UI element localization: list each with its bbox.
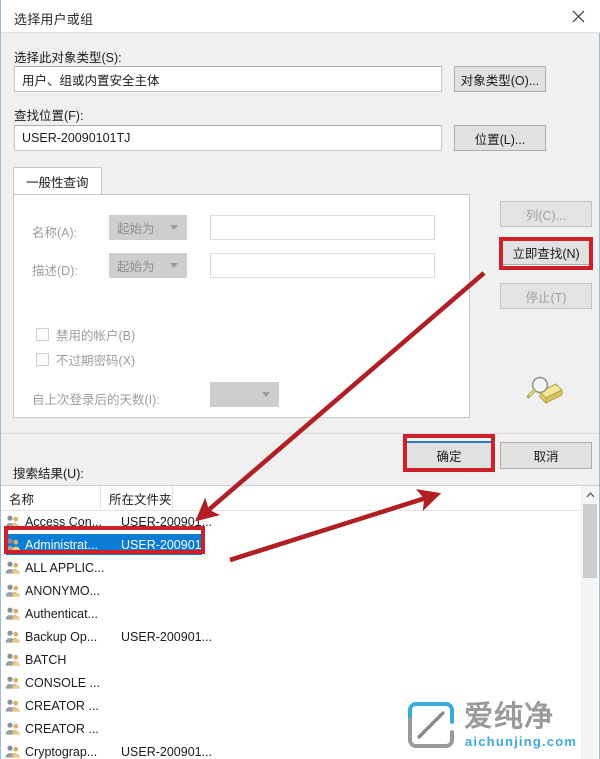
cell-name: CREATOR ... xyxy=(25,721,99,736)
location-label: 查找位置(F): xyxy=(14,109,84,123)
chevron-down-icon xyxy=(262,391,270,397)
ok-button[interactable]: 确定 xyxy=(405,441,493,470)
column-header-name[interactable]: 名称 xyxy=(1,486,101,510)
table-row[interactable]: CREATOR ... xyxy=(1,694,581,717)
tab-strip: 一般性查询 xyxy=(13,167,470,195)
chevron-up-icon xyxy=(586,491,594,497)
non-expiring-password-checkbox[interactable]: 不过期密码(X) xyxy=(36,350,135,369)
cell-name: Access Con... xyxy=(25,514,103,529)
cell-folder: USER-200901... xyxy=(121,744,213,759)
find-now-button[interactable]: 立即查找(N) xyxy=(500,239,592,265)
table-row[interactable]: ANONYMO... xyxy=(1,579,581,602)
cell-name: Backup Op... xyxy=(25,629,98,644)
checkbox-icon xyxy=(36,353,49,366)
group-icon xyxy=(1,537,25,552)
query-desc-operator-select[interactable]: 起始为 xyxy=(109,253,187,278)
cell-name: ANONYMO... xyxy=(25,583,101,598)
stop-button[interactable]: 停止(T) xyxy=(500,283,592,309)
search-results-list: 名称 所在文件夹 Access Con... USER-200901... Admi… xyxy=(1,485,599,759)
disabled-accounts-checkbox[interactable]: 禁用的帐户(B) xyxy=(36,325,135,344)
cell-name: Cryptograp... xyxy=(25,744,98,759)
close-icon xyxy=(572,10,584,22)
table-row[interactable]: CONSOLE ... xyxy=(1,671,581,694)
cell-folder: USER-200901... xyxy=(121,629,213,644)
cell-folder: USER-200901... xyxy=(121,514,213,529)
group-icon xyxy=(1,583,25,598)
columns-button[interactable]: 列(C)... xyxy=(500,201,592,227)
select-users-or-groups-dialog: 选择用户或组 选择此对象类型(S): 用户、组或内置安全主体 对象类型(O)..… xyxy=(0,0,600,759)
non-expiring-password-label: 不过期密码(X) xyxy=(56,354,136,368)
cell-folder: USER-200901... xyxy=(121,537,213,552)
list-scrollbar[interactable] xyxy=(581,486,598,759)
table-row[interactable]: Administrat... USER-200901... xyxy=(1,533,581,556)
magnifier-icon xyxy=(526,376,563,405)
list-rows: Access Con... USER-200901... Administrat..… xyxy=(1,510,581,759)
query-name-operator-value: 起始为 xyxy=(117,222,155,236)
table-row[interactable]: Backup Op... USER-200901... xyxy=(1,625,581,648)
group-icon xyxy=(1,514,25,529)
divider xyxy=(1,433,599,434)
group-icon xyxy=(1,560,25,575)
cell-name: Authenticat... xyxy=(25,606,98,621)
query-name-input[interactable] xyxy=(210,215,435,240)
group-icon xyxy=(1,675,25,690)
table-row[interactable]: ALL APPLIC... xyxy=(1,556,581,579)
group-icon xyxy=(1,698,25,713)
cell-name: CONSOLE ... xyxy=(25,675,101,690)
cell-name: Administrat... xyxy=(25,537,98,552)
title-bar: 选择用户或组 xyxy=(1,0,600,33)
location-input[interactable]: USER-20090101TJ xyxy=(14,125,442,151)
close-button[interactable] xyxy=(555,0,600,32)
dialog-body: 选择此对象类型(S): 用户、组或内置安全主体 对象类型(O)... 查找位置(… xyxy=(1,33,599,759)
object-type-label: 选择此对象类型(S): xyxy=(14,51,122,65)
query-name-operator-select[interactable]: 起始为 xyxy=(109,215,187,240)
chevron-down-icon xyxy=(170,224,178,230)
column-header-folder[interactable]: 所在文件夹 xyxy=(101,486,173,510)
screen: 选择用户或组 选择此对象类型(S): 用户、组或内置安全主体 对象类型(O)..… xyxy=(0,0,600,759)
window-title: 选择用户或组 xyxy=(14,12,94,27)
group-icon xyxy=(1,652,25,667)
table-row[interactable]: Cryptograp... USER-200901... xyxy=(1,740,581,759)
days-since-logon-label: 自上次登录后的天数(I): xyxy=(32,393,160,407)
search-results-label: 搜索结果(U): xyxy=(13,467,84,481)
group-icon xyxy=(1,744,25,759)
group-icon xyxy=(1,721,25,736)
scroll-up-button[interactable] xyxy=(582,486,598,503)
query-desc-operator-value: 起始为 xyxy=(117,260,155,274)
cancel-button[interactable]: 取消 xyxy=(500,442,592,469)
group-icon xyxy=(1,606,25,621)
table-row[interactable]: Access Con... USER-200901... xyxy=(1,510,581,533)
query-name-label: 名称(A): xyxy=(32,226,78,240)
tab-common-queries[interactable]: 一般性查询 xyxy=(13,167,102,195)
scroll-thumb[interactable] xyxy=(583,504,597,578)
cell-name: CREATOR ... xyxy=(25,698,99,713)
table-row[interactable]: CREATOR ... xyxy=(1,717,581,740)
chevron-down-icon xyxy=(170,262,178,268)
disabled-accounts-label: 禁用的帐户(B) xyxy=(56,329,136,343)
cell-name: BATCH xyxy=(25,652,67,667)
group-icon xyxy=(1,629,25,644)
cell-name: ALL APPLIC... xyxy=(25,560,105,575)
days-since-logon-select[interactable] xyxy=(210,382,279,407)
query-desc-input[interactable] xyxy=(210,253,435,278)
object-types-button[interactable]: 对象类型(O)... xyxy=(454,66,546,92)
table-row[interactable]: Authenticat... xyxy=(1,602,581,625)
checkbox-icon xyxy=(36,328,49,341)
locations-button[interactable]: 位置(L)... xyxy=(454,125,546,151)
list-header: 名称 所在文件夹 xyxy=(1,486,599,511)
query-desc-label: 描述(D): xyxy=(32,264,78,278)
common-queries-panel: 名称(A): 起始为 描述(D): 起始为 禁用的帐户(B) 不过期密码(X) … xyxy=(13,194,470,418)
table-row[interactable]: BATCH xyxy=(1,648,581,671)
object-type-input[interactable]: 用户、组或内置安全主体 xyxy=(14,66,442,92)
